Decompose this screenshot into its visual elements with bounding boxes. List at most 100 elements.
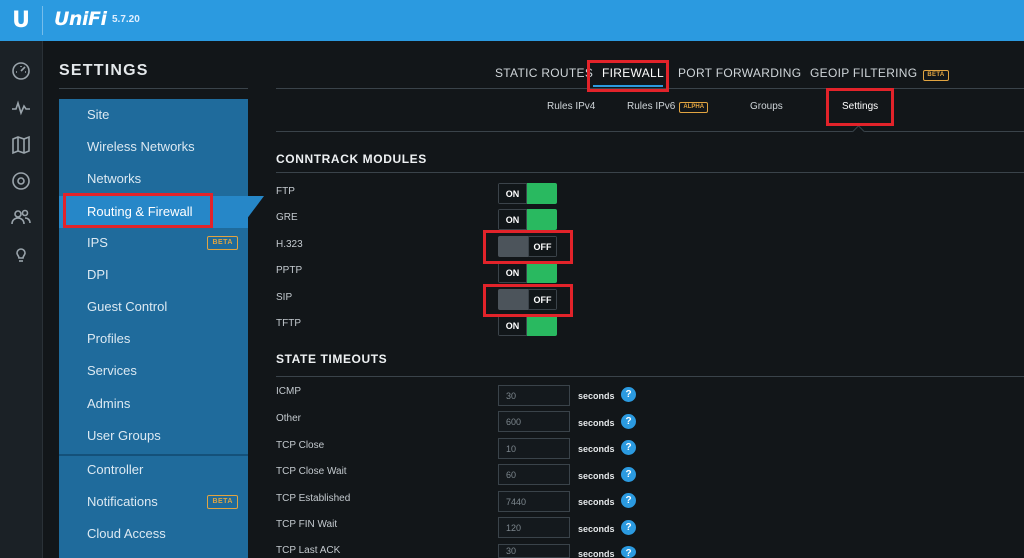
- toggle-h323[interactable]: OFF: [498, 236, 557, 257]
- toggle-knob: [527, 209, 557, 230]
- section-title-state-timeouts: STATE TIMEOUTS: [276, 352, 388, 366]
- menu-item-label: Notifications: [87, 494, 158, 509]
- unit-label: seconds: [578, 549, 615, 558]
- alpha-badge: ALPHA: [679, 102, 709, 113]
- timeout-input-tcp-close[interactable]: [498, 438, 570, 459]
- timeout-label-icmp: ICMP: [276, 386, 301, 397]
- clients-icon[interactable]: [10, 206, 32, 228]
- help-icon[interactable]: ?: [621, 440, 636, 455]
- timeout-input-other[interactable]: [498, 411, 570, 432]
- timeout-label-tcp-last-ack: TCP Last ACK: [276, 545, 341, 556]
- toggle-knob: [498, 236, 528, 257]
- subtab-rules-ipv4[interactable]: Rules IPv4: [547, 101, 595, 112]
- title-divider: [59, 88, 248, 89]
- unit-label: seconds: [578, 391, 615, 401]
- toggle-knob: [527, 262, 557, 283]
- toggle-state: OFF: [528, 289, 557, 310]
- toggle-gre[interactable]: ON: [498, 209, 557, 230]
- menu-item-label: Controller: [87, 462, 144, 477]
- menu-item-label: Site: [87, 107, 110, 122]
- toggle-state: ON: [498, 183, 527, 204]
- unit-label: seconds: [578, 471, 615, 481]
- subtab-groups[interactable]: Groups: [750, 101, 783, 112]
- active-subtab-caret: [852, 125, 865, 138]
- module-label-ftp: FTP: [276, 186, 295, 197]
- menu-item-profiles[interactable]: Profiles: [59, 323, 248, 355]
- menu-item-label: Admins: [87, 396, 131, 411]
- tabs-divider: [276, 88, 1024, 89]
- timeout-label-other: Other: [276, 413, 302, 424]
- menu-item-label: Networks: [87, 171, 142, 186]
- toggle-knob: [527, 315, 557, 336]
- map-icon[interactable]: [10, 134, 32, 156]
- menu-item-dpi[interactable]: DPI: [59, 259, 248, 291]
- menu-item-routing-firewall[interactable]: Routing & Firewall: [59, 196, 248, 228]
- timeout-input-tcp-fin-wait[interactable]: [498, 517, 570, 538]
- app-brand: UniFi: [54, 8, 107, 30]
- statistics-icon[interactable]: [10, 97, 32, 119]
- menu-item-label: Guest Control: [87, 299, 168, 314]
- module-label-h323: H.323: [276, 239, 303, 250]
- unit-label: seconds: [578, 418, 615, 428]
- toggle-pptp[interactable]: ON: [498, 262, 557, 283]
- timeout-input-tcp-last-ack[interactable]: [498, 544, 570, 558]
- help-icon[interactable]: ?: [621, 546, 636, 558]
- menu-item-ips[interactable]: IPS BETA: [59, 227, 248, 259]
- timeout-input-icmp[interactable]: [498, 385, 570, 406]
- ubiquiti-logo-icon[interactable]: U: [8, 8, 34, 34]
- menu-item-label: IPS: [87, 235, 108, 250]
- help-icon[interactable]: ?: [621, 387, 636, 402]
- settings-title: SETTINGS: [59, 62, 149, 79]
- tab-static-routes[interactable]: STATIC ROUTES: [495, 66, 593, 80]
- menu-item-user-groups[interactable]: User Groups: [59, 420, 248, 452]
- section-title-conntrack: CONNTRACK MODULES: [276, 152, 427, 166]
- help-icon[interactable]: ?: [621, 493, 636, 508]
- insights-icon[interactable]: [10, 243, 32, 265]
- devices-icon[interactable]: [10, 170, 32, 192]
- menu-item-cloud-access[interactable]: Cloud Access: [59, 518, 248, 550]
- toggle-state: ON: [498, 262, 527, 283]
- menu-item-guest-control[interactable]: Guest Control: [59, 291, 248, 323]
- menu-item-label: Profiles: [87, 331, 131, 346]
- top-bar: U UniFi 5.7.20: [0, 0, 1024, 41]
- tab-firewall[interactable]: FIREWALL: [602, 66, 664, 80]
- menu-item-services[interactable]: Services: [59, 355, 248, 387]
- module-label-sip: SIP: [276, 292, 293, 303]
- menu-item-label: Routing & Firewall: [87, 204, 193, 219]
- menu-item-label: User Groups: [87, 428, 161, 443]
- timeout-input-tcp-established[interactable]: [498, 491, 570, 512]
- toggle-state: OFF: [528, 236, 557, 257]
- tab-port-forwarding[interactable]: PORT FORWARDING: [678, 66, 801, 80]
- beta-badge: BETA: [207, 495, 238, 509]
- timeout-input-tcp-close-wait[interactable]: [498, 464, 570, 485]
- help-icon[interactable]: ?: [621, 414, 636, 429]
- menu-item-label: Wireless Networks: [87, 139, 195, 154]
- toggle-tftp[interactable]: ON: [498, 315, 557, 336]
- help-icon[interactable]: ?: [621, 520, 636, 535]
- unit-label: seconds: [578, 524, 615, 534]
- beta-badge: BETA: [923, 70, 949, 81]
- toggle-sip[interactable]: OFF: [498, 289, 557, 310]
- toggle-state: ON: [498, 209, 527, 230]
- menu-item-admins[interactable]: Admins: [59, 388, 248, 420]
- help-icon[interactable]: ?: [621, 467, 636, 482]
- menu-item-networks[interactable]: Networks: [59, 163, 248, 195]
- subtabs-divider: [276, 131, 1024, 132]
- tab-label: GEOIP FILTERING: [810, 66, 918, 80]
- tab-geoip-filtering[interactable]: GEOIP FILTERING BETA: [810, 66, 949, 81]
- active-tab-indicator: [593, 85, 663, 87]
- menu-item-site[interactable]: Site: [59, 99, 248, 131]
- subtab-rules-ipv6[interactable]: Rules IPv6 ALPHA: [627, 101, 709, 113]
- subtab-settings[interactable]: Settings: [842, 101, 878, 112]
- app-version: 5.7.20: [112, 14, 140, 25]
- dashboard-icon[interactable]: [10, 60, 32, 82]
- menu-item-controller[interactable]: Controller: [59, 454, 248, 486]
- timeout-label-tcp-close: TCP Close: [276, 440, 325, 451]
- nav-rail: [0, 41, 43, 558]
- toggle-ftp[interactable]: ON: [498, 183, 557, 204]
- menu-item-wireless-networks[interactable]: Wireless Networks: [59, 131, 248, 163]
- menu-item-notifications[interactable]: Notifications BETA: [59, 486, 248, 518]
- menu-item-label: DPI: [87, 267, 109, 282]
- menu-item-label: Cloud Access: [87, 526, 166, 541]
- menu-item-label: Services: [87, 363, 137, 378]
